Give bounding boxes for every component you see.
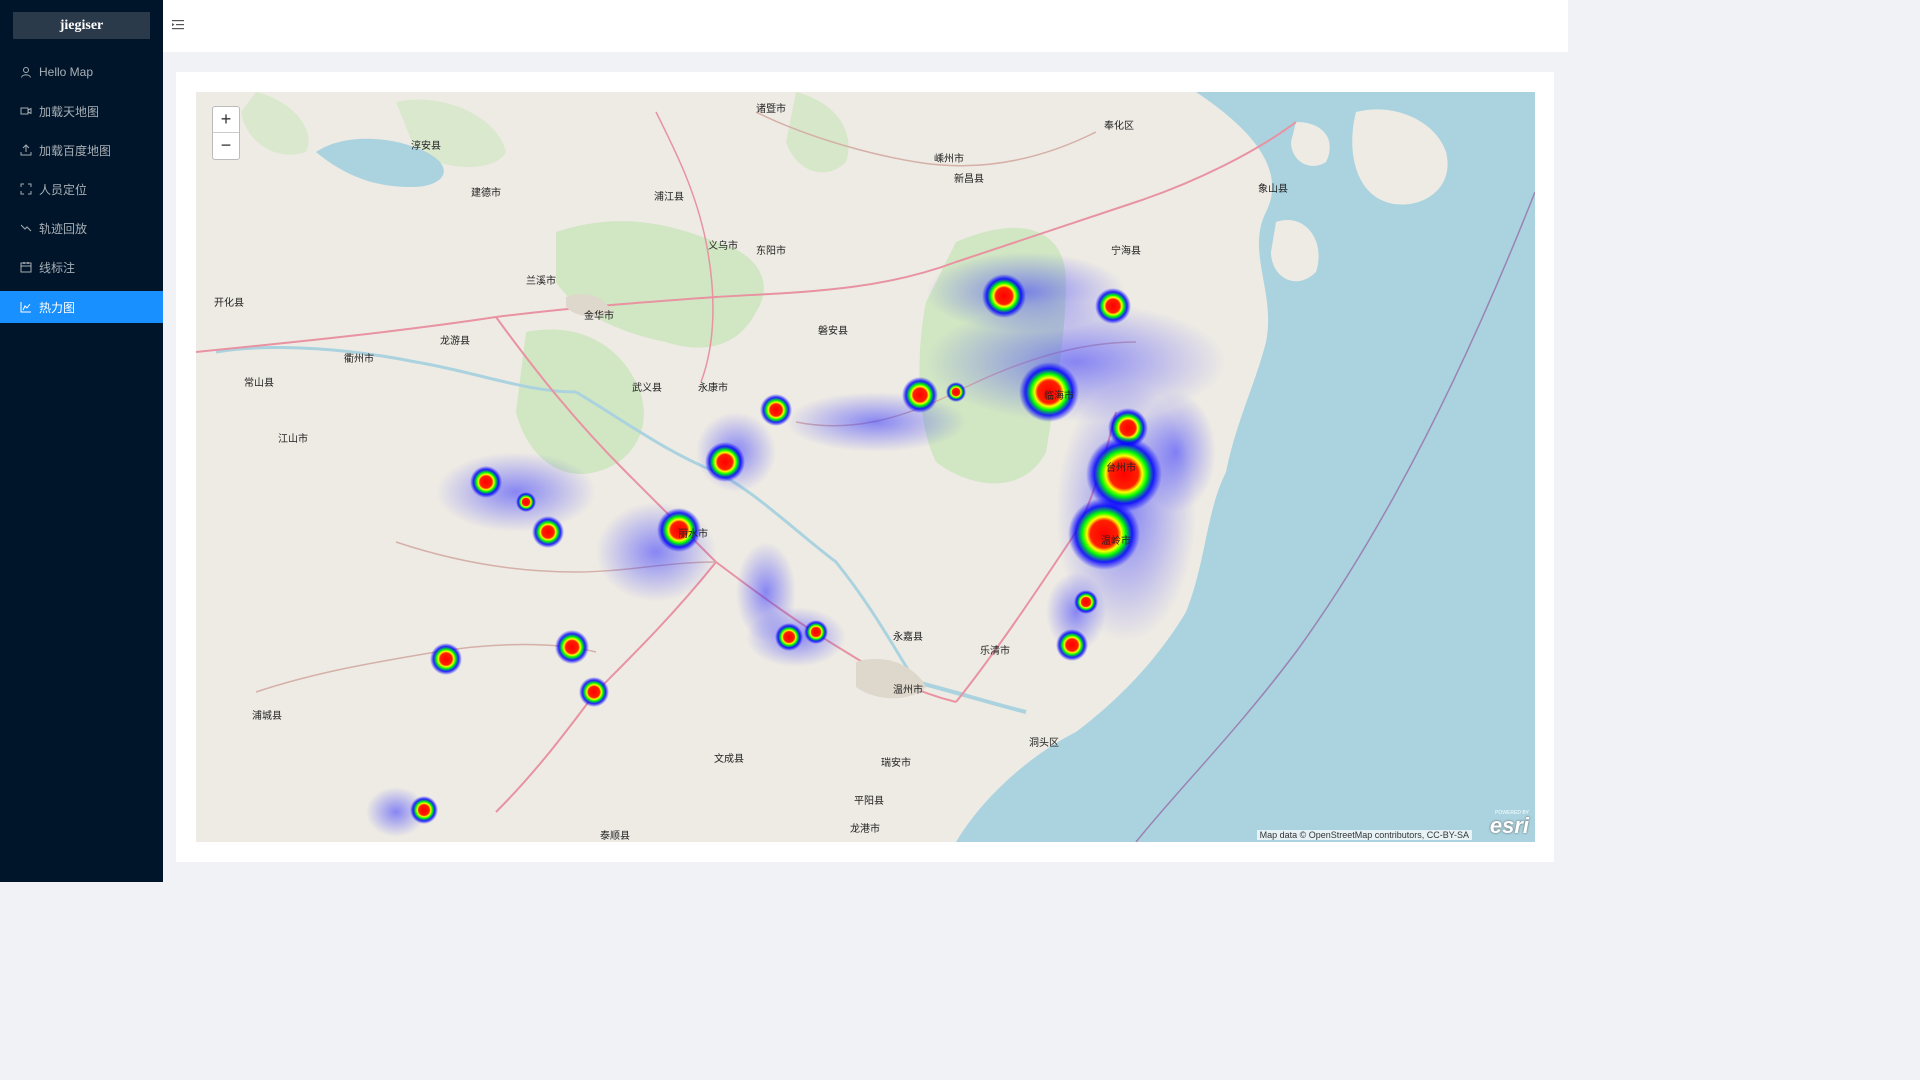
heat-hotspot (1095, 288, 1131, 324)
heat-hotspot (982, 274, 1026, 318)
basemap (196, 92, 1535, 842)
user-icon (20, 66, 32, 78)
heatmap-view[interactable]: 淳安县建德市兰溪市金华市 义乌市 东阳市 浦江县 诸暨市嵊州市新昌县 奉化区宁海县 象山县磐… (196, 92, 1535, 842)
place-label: 龙游县 (440, 336, 470, 347)
place-label: 淳安县 (411, 141, 441, 152)
line-icon (20, 222, 32, 234)
heat-hotspot (902, 377, 938, 413)
zoom-control: + − (212, 106, 240, 160)
heat-hotspot (579, 677, 609, 707)
menu-fold-icon[interactable] (172, 19, 184, 31)
heat-hotspot (470, 466, 502, 498)
place-label: 临海市 (1044, 391, 1074, 402)
sidebar-item-3[interactable]: 人员定位 (0, 173, 163, 205)
heat-hotspot (1056, 629, 1088, 661)
place-label: 平阳县 (854, 796, 884, 807)
heat-hotspot (775, 623, 803, 651)
sidebar-item-label: 轨迹回放 (39, 221, 88, 236)
sidebar-item-1[interactable]: 加载天地图 (0, 95, 163, 127)
place-label: 丽水市 (678, 529, 708, 540)
place-label: 诸暨市 (756, 104, 786, 115)
place-label: 泰顺县 (600, 831, 630, 842)
esri-logo: POWERED BY esri (1479, 810, 1529, 838)
fullscreen-icon (20, 183, 32, 195)
place-label: 兰溪市 (526, 276, 556, 287)
area-chart-icon (20, 301, 32, 313)
top-header (163, 0, 1568, 52)
place-label: 奉化区 (1104, 121, 1134, 132)
sidebar-item-label: 加载百度地图 (39, 143, 112, 158)
video-camera-icon (20, 105, 32, 117)
place-label: 浦江县 (654, 192, 684, 203)
place-label: 嵊州市 (934, 154, 964, 165)
place-label: 温州市 (893, 685, 923, 696)
app-logo: jiegiser (13, 12, 150, 39)
place-label: 金华市 (584, 311, 614, 322)
calendar-icon (20, 261, 32, 273)
zoom-in-button[interactable]: + (213, 107, 239, 132)
heat-hotspot (760, 394, 792, 426)
sidebar-item-label: 热力图 (39, 300, 76, 315)
place-label: 文成县 (714, 754, 744, 765)
esri-brand: esri (1489, 813, 1529, 838)
sidebar-item-label: 人员定位 (39, 182, 88, 197)
place-label: 宁海县 (1111, 246, 1141, 257)
place-label: 武义县 (632, 383, 662, 394)
place-label: 乐清市 (980, 646, 1010, 657)
sidebar-item-2[interactable]: 加载百度地图 (0, 134, 163, 166)
heat-hotspot (430, 643, 462, 675)
place-label: 东阳市 (756, 246, 786, 257)
place-label: 浦城县 (252, 711, 282, 722)
heat-hotspot (410, 796, 438, 824)
place-label: 象山县 (1258, 184, 1288, 195)
place-label: 常山县 (244, 378, 274, 389)
heat-hotspot (1074, 590, 1098, 614)
sidebar-item-label: 线标注 (39, 260, 76, 275)
sidebar: jiegiser Hello Map 加载天地图加载百度地图 人员定位轨迹回放线标注… (0, 0, 163, 882)
sidebar-item-5[interactable]: 线标注 (0, 251, 163, 283)
place-label: 温岭市 (1101, 536, 1131, 547)
place-label: 建德市 (471, 188, 501, 199)
place-label: 新昌县 (954, 174, 984, 185)
sidebar-item-6[interactable]: 热力图 (0, 291, 163, 323)
place-label: 瑞安市 (881, 758, 911, 769)
place-label: 台州市 (1106, 463, 1136, 474)
heat-hotspot (555, 630, 589, 664)
sidebar-item-label: Hello Map (39, 65, 94, 79)
heat-hotspot (804, 620, 828, 644)
place-label: 衢州市 (344, 354, 374, 365)
place-label: 开化县 (214, 298, 244, 309)
heat-hotspot (532, 516, 564, 548)
sidebar-item-4[interactable]: 轨迹回放 (0, 212, 163, 244)
upload-icon (20, 144, 32, 156)
place-label: 洞头区 (1029, 738, 1059, 749)
heat-hotspot (946, 382, 966, 402)
place-label: 义乌市 (708, 241, 738, 252)
place-label: 永嘉县 (893, 632, 923, 643)
sidebar-item-0[interactable]: Hello Map (0, 56, 163, 88)
map-attribution[interactable]: Map data © OpenStreetMap contributors, C… (1256, 830, 1472, 840)
place-label: 龙港市 (850, 824, 880, 835)
heat-hotspot (516, 492, 536, 512)
place-label: 永康市 (698, 383, 728, 394)
place-label: 磐安县 (818, 326, 848, 337)
zoom-out-button[interactable]: − (213, 132, 239, 158)
place-label: 江山市 (278, 434, 308, 445)
heat-hotspot (705, 442, 745, 482)
sidebar-item-label: 加载天地图 (39, 104, 100, 119)
